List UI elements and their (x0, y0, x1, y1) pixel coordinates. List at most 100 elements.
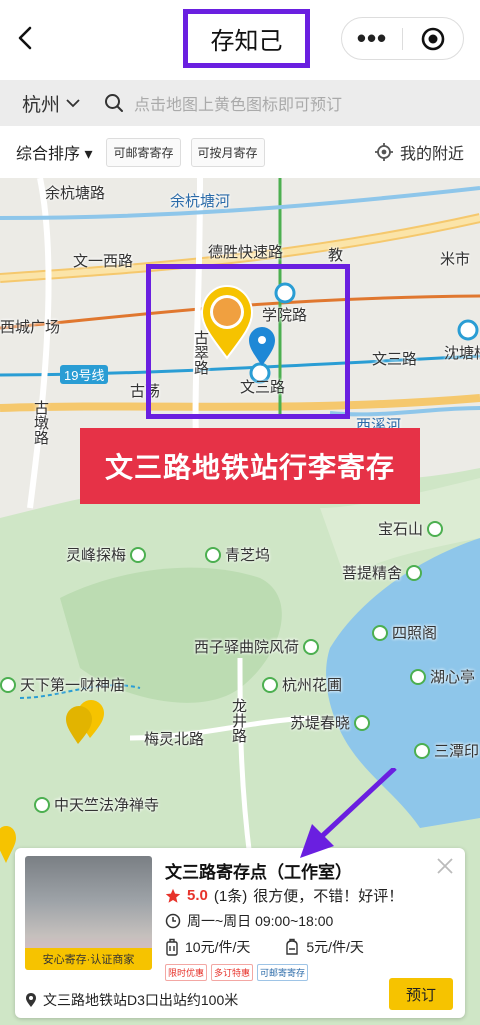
title-bar: 存知己 ••• (0, 0, 480, 78)
page-title-text: 存知己 (210, 28, 283, 55)
poi-zhongtianzhu[interactable]: 中天竺法净禅寺 (34, 794, 159, 815)
map-label-road: 古墩路 (32, 400, 49, 445)
store-address: 文三路地铁站D3口出站约100米 (43, 992, 239, 1008)
hours-row: 周一~周日 09:00~18:00 (165, 911, 333, 931)
close-icon (437, 858, 453, 874)
poi-label: 天下第一财神庙 (20, 677, 126, 694)
price-bag: 5元/件/天 (306, 939, 364, 955)
poi-label: 杭州花圃 (282, 677, 343, 694)
scenic-icon (414, 742, 430, 759)
poi-puti[interactable]: 菩提精舍 (342, 562, 423, 583)
poi-label: 三潭印 (434, 743, 480, 760)
poi-huapu[interactable]: 杭州花圃 (262, 674, 342, 695)
store-thumbnail[interactable]: 安心寄存·认证商家 (25, 856, 152, 970)
tag-row: 限时优惠 多订特惠 可邮寄寄存 (165, 964, 309, 981)
poi-label: 苏堤春晓 (290, 715, 351, 732)
rating-score: 5.0 (187, 887, 208, 904)
close-button[interactable] (403, 18, 463, 59)
poi-label: 宝石山 (378, 521, 424, 538)
highlight-box (146, 264, 350, 419)
poi-sizhaoge[interactable]: 四照阁 (372, 622, 437, 643)
suitcase-icon (166, 938, 178, 956)
scenic-icon (406, 564, 423, 581)
promo-banner: 文三路地铁站行李寄存 (80, 428, 420, 504)
map-view[interactable]: 余杭塘路 余杭塘河 文一西路 德胜快速路 教 米市 西城广场 学院路 古翠路 1… (0, 178, 480, 1025)
poi-label: 中天竺法净禅寺 (54, 797, 160, 814)
rating-review: 很方便，不错！好评！ (253, 888, 404, 905)
scenic-icon (130, 546, 147, 563)
map-label-road: 龙井路 (230, 698, 247, 743)
page-title: 存知己 (183, 9, 310, 68)
mini-program-capsule: ••• (341, 17, 464, 60)
map-label-river: 余杭塘河 (170, 193, 231, 210)
tag-limited: 限时优惠 (165, 964, 208, 981)
poi-label: 灵峰探梅 (66, 547, 127, 564)
poi-label: 青芝坞 (225, 547, 271, 564)
nearby-button[interactable]: 我的附近 (374, 140, 464, 164)
card-close-button[interactable] (435, 856, 455, 876)
scenic-icon (427, 520, 444, 537)
price-luggage: 10元/件/天 (185, 939, 251, 955)
back-button[interactable] (12, 22, 40, 54)
metro-line-badge: 19号线 (60, 365, 109, 384)
scenic-icon (354, 714, 371, 731)
filter-chip-mail[interactable]: 可邮寄寄存 (106, 137, 181, 167)
map-label-place: 西城广场 (0, 319, 61, 336)
map-label-road: 文一西路 (73, 253, 134, 270)
poi-lingfeng[interactable]: 灵峰探梅 (66, 544, 147, 565)
book-button[interactable]: 预订 (389, 978, 453, 1010)
opening-hours: 周一~周日 09:00~18:00 (187, 913, 334, 929)
poi-label: 湖心亭 (430, 669, 476, 686)
search-input[interactable]: 点击地图上黄色图标即可预订 (104, 91, 342, 115)
scenic-icon (34, 796, 50, 813)
price-row: 10元/件/天 5元/件/天 (165, 937, 364, 957)
chevron-down-icon (66, 99, 80, 108)
filter-chip-monthly[interactable]: 可按月寄存 (190, 137, 265, 167)
tag-multi: 多订特惠 (211, 964, 254, 981)
annotation-arrow-icon (300, 768, 397, 858)
certified-badge: 安心寄存·认证商家 (25, 948, 152, 970)
poi-santan[interactable]: 三潭印 (414, 740, 479, 761)
search-icon (105, 94, 123, 112)
rating-count: (1条) (213, 888, 248, 905)
poi-qingzhiwu[interactable]: 青芝坞 (205, 544, 270, 565)
poi-label: 菩提精舍 (342, 565, 403, 582)
search-placeholder: 点击地图上黄色图标即可预订 (134, 97, 343, 114)
search-bar: 杭州 点击地图上黄色图标即可预订 (0, 80, 480, 126)
scenic-icon (0, 676, 16, 693)
poi-label: 四照阁 (392, 625, 438, 642)
rating-row: 5.0 (1条) 很方便，不错！好评！ (165, 885, 403, 906)
map-label-road: 梅灵北路 (144, 731, 205, 748)
map-label-road: 德胜快速路 (208, 244, 284, 261)
map-label-road: 米市 (440, 251, 471, 268)
map-label-road: 文三路 (372, 351, 418, 368)
city-selector[interactable]: 杭州 (0, 90, 104, 117)
address-row: 文三路地铁站D3口出站约100米 (25, 990, 238, 1010)
poi-quyuanfenghe[interactable]: 西子驿曲院风荷 (194, 636, 320, 657)
clock-icon (165, 913, 181, 929)
backpack-icon (286, 938, 299, 955)
star-icon (165, 888, 181, 903)
scenic-icon (410, 668, 426, 685)
more-button[interactable]: ••• (342, 18, 402, 59)
scenic-icon (205, 546, 221, 563)
locate-icon (374, 143, 393, 161)
map-label-station: 沈塘桥 (444, 345, 480, 362)
target-close-icon (421, 27, 445, 50)
map-label-road: 教 (328, 247, 344, 264)
filter-bar: 综合排序 ▾ 可邮寄寄存 可按月寄存 我的附近 (0, 126, 480, 178)
sort-dropdown[interactable]: 综合排序 ▾ (16, 140, 92, 164)
poi-sudi[interactable]: 苏堤春晓 (290, 712, 371, 733)
tag-mail: 可邮寄寄存 (257, 964, 309, 981)
poi-huxinting[interactable]: 湖心亭 (410, 666, 475, 687)
poi-caishenmiao[interactable]: 天下第一财神庙 (0, 674, 125, 695)
location-pin-icon (26, 993, 36, 1007)
nearby-label: 我的附近 (399, 146, 464, 163)
scenic-icon (372, 624, 388, 641)
poi-baoshishan[interactable]: 宝石山 (378, 518, 444, 539)
more-icon: ••• (356, 23, 388, 53)
scenic-icon (303, 638, 320, 655)
city-label: 杭州 (22, 94, 61, 116)
store-card[interactable]: 安心寄存·认证商家 文三路寄存点（工作室） 5.0 (1条) 很方便，不错！好评… (15, 848, 465, 1018)
map-label-road: 余杭塘路 (45, 185, 106, 202)
